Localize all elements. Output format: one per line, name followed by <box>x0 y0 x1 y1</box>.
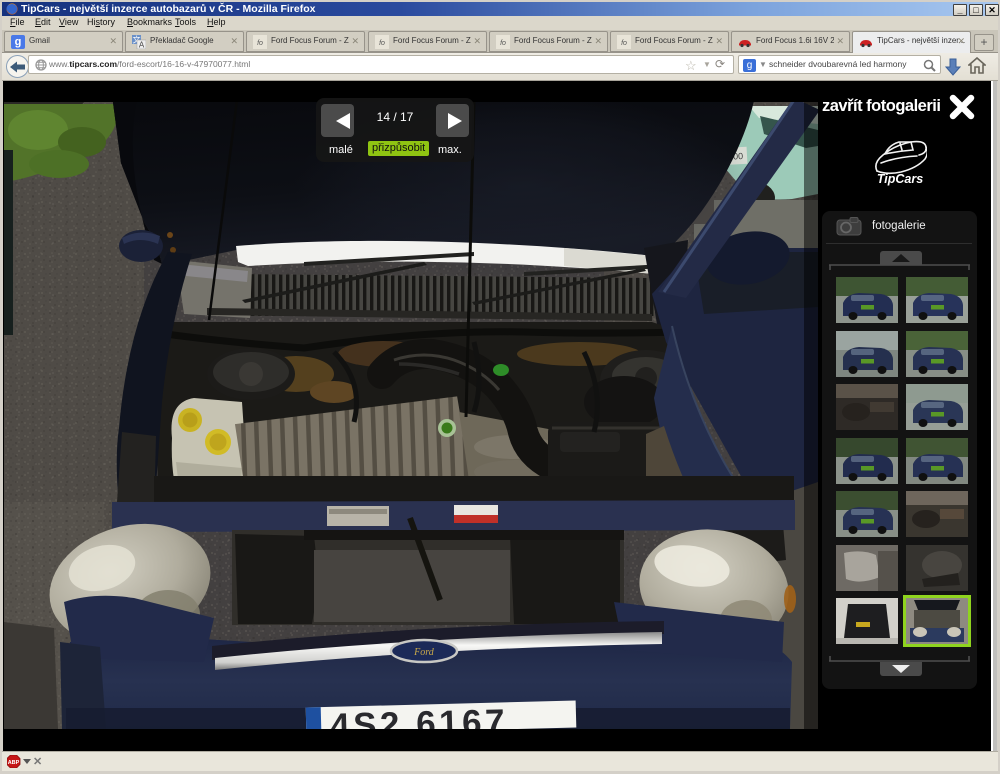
svg-text:4S2 6167: 4S2 6167 <box>330 702 509 729</box>
svg-text:TipCars: TipCars <box>877 172 923 186</box>
svg-text:A: A <box>139 41 145 50</box>
svg-text:ABP: ABP <box>8 760 20 766</box>
svg-text:fo: fo <box>379 40 385 47</box>
svg-text:fo: fo <box>621 40 627 47</box>
svg-text:Ford: Ford <box>413 647 435 658</box>
svg-text:fo: fo <box>500 40 506 47</box>
svg-text:fo: fo <box>257 40 263 47</box>
